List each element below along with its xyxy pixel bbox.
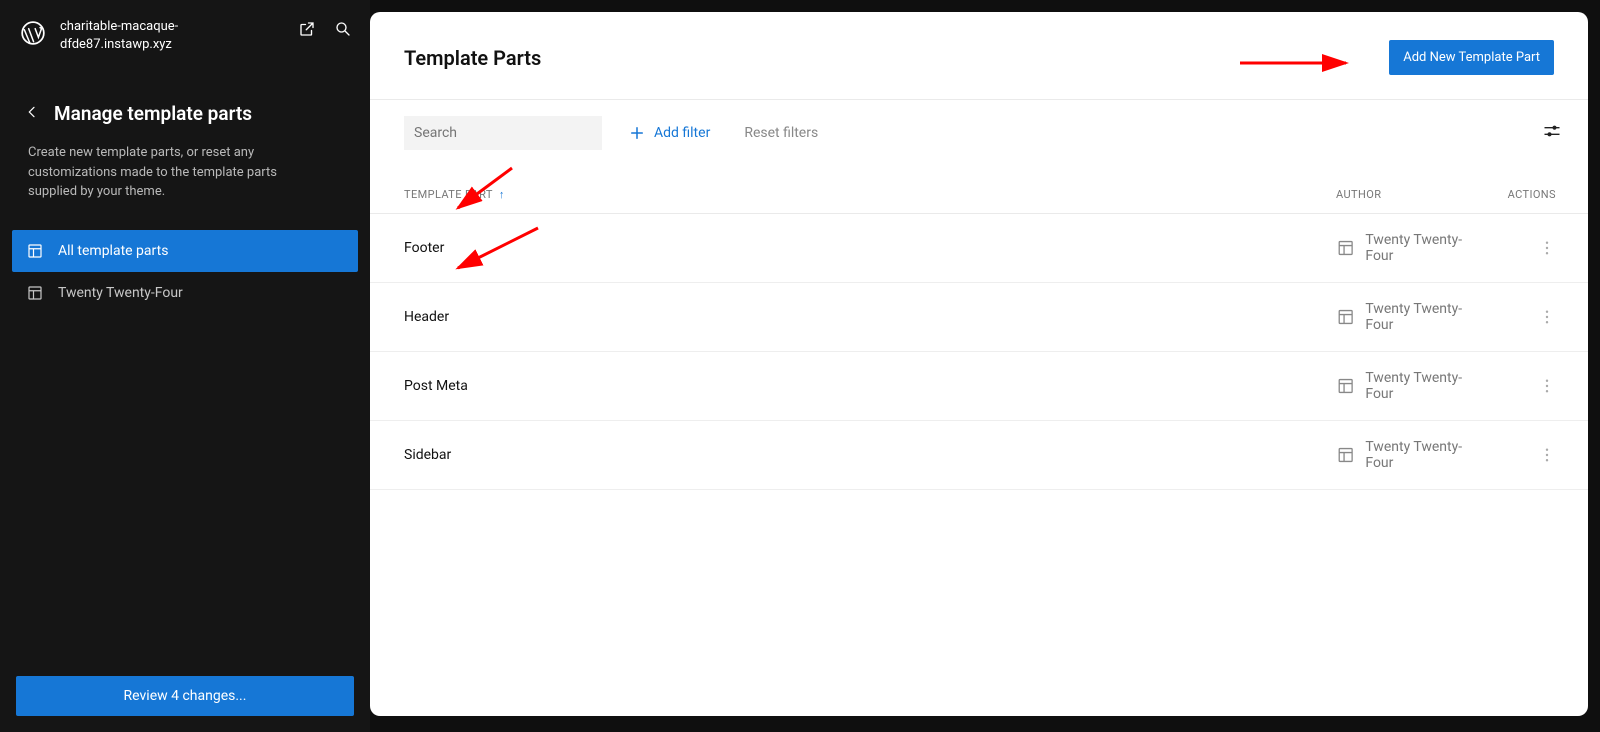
review-changes-button[interactable]: Review 4 changes... — [16, 676, 354, 716]
column-header-actions: ACTIONS — [1486, 188, 1556, 201]
template-part-author: Twenty Twenty-Four — [1336, 301, 1486, 333]
layout-icon — [1336, 238, 1355, 258]
sidebar: charitable-macaque-dfde87.instawp.xyz Ma… — [0, 0, 370, 732]
column-header-author[interactable]: AUTHOR — [1336, 188, 1486, 201]
sidebar-title: Manage template parts — [54, 102, 252, 125]
row-actions-button[interactable] — [1486, 239, 1556, 257]
wordpress-logo-icon[interactable] — [20, 20, 46, 46]
content-panel: Template Parts Add New Template Part Add… — [370, 12, 1588, 716]
layout-icon — [1336, 376, 1355, 396]
template-part-author: Twenty Twenty-Four — [1336, 232, 1486, 264]
sidebar-item-all-template-parts[interactable]: All template parts — [12, 230, 358, 272]
kebab-icon — [1538, 239, 1556, 257]
page-title: Template Parts — [404, 46, 541, 70]
sidebar-description: Create new template parts, or reset any … — [0, 137, 370, 222]
search-input[interactable] — [414, 125, 592, 141]
row-actions-button[interactable] — [1486, 446, 1556, 464]
layout-icon — [26, 242, 44, 260]
site-name: charitable-macaque-dfde87.instawp.xyz — [60, 18, 284, 54]
search-icon[interactable] — [334, 20, 352, 42]
template-part-author: Twenty Twenty-Four — [1336, 439, 1486, 471]
sidebar-item-theme[interactable]: Twenty Twenty-Four — [12, 272, 358, 314]
kebab-icon — [1538, 446, 1556, 464]
table-row[interactable]: Post Meta Twenty Twenty-Four — [370, 352, 1588, 421]
template-part-name: Footer — [404, 240, 1336, 256]
template-part-name: Post Meta — [404, 378, 1336, 394]
layout-icon — [26, 284, 44, 302]
template-part-author: Twenty Twenty-Four — [1336, 370, 1486, 402]
add-filter-label: Add filter — [654, 125, 710, 141]
table-row[interactable]: Footer Twenty Twenty-Four — [370, 214, 1588, 283]
sort-asc-icon: ↑ — [499, 188, 505, 201]
layout-icon — [1336, 307, 1355, 327]
kebab-icon — [1538, 377, 1556, 395]
table-header: TEMPLATE PART ↑ AUTHOR ACTIONS — [370, 174, 1588, 214]
kebab-icon — [1538, 308, 1556, 326]
chevron-left-icon[interactable] — [24, 104, 40, 124]
row-actions-button[interactable] — [1486, 308, 1556, 326]
row-actions-button[interactable] — [1486, 377, 1556, 395]
add-filter-button[interactable]: Add filter — [628, 124, 710, 142]
add-new-template-part-button[interactable]: Add New Template Part — [1389, 40, 1554, 75]
template-part-name: Sidebar — [404, 447, 1336, 463]
layout-icon — [1336, 445, 1355, 465]
reset-filters-button[interactable]: Reset filters — [744, 125, 818, 141]
template-part-name: Header — [404, 309, 1336, 325]
external-link-icon[interactable] — [298, 20, 316, 42]
sidebar-item-label: All template parts — [58, 243, 168, 259]
search-input-wrap[interactable] — [404, 116, 602, 150]
table-row[interactable]: Header Twenty Twenty-Four — [370, 283, 1588, 352]
sidebar-item-label: Twenty Twenty-Four — [58, 285, 183, 301]
plus-icon — [628, 124, 646, 142]
column-header-template-part[interactable]: TEMPLATE PART ↑ — [404, 188, 1336, 201]
table-row[interactable]: Sidebar Twenty Twenty-Four — [370, 421, 1588, 490]
view-options-icon[interactable] — [1542, 121, 1562, 145]
